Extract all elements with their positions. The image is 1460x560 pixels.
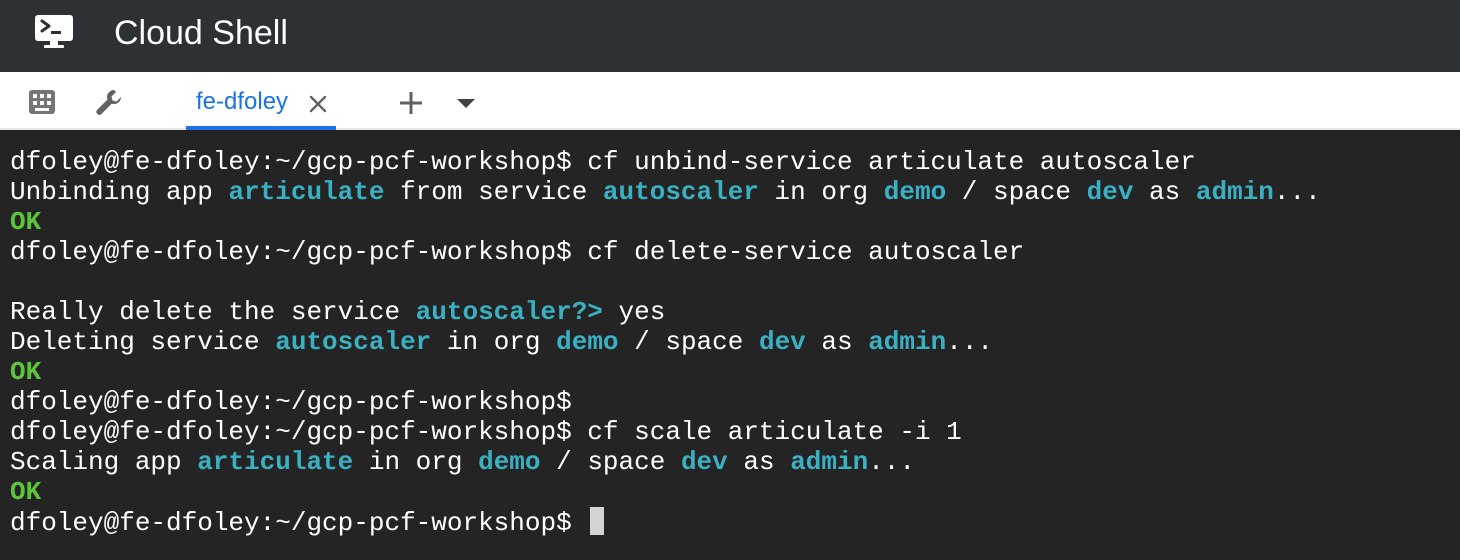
- add-icon[interactable]: [398, 90, 424, 116]
- output-text: ...: [868, 447, 916, 477]
- status-ok-line: OK: [10, 357, 1460, 387]
- terminal-output-line: Really delete the service autoscaler?> y…: [10, 297, 1460, 327]
- highlighted-term: articulate: [197, 447, 354, 477]
- shell-prompt: dfoley@fe-dfoley:~/gcp-pcf-workshop$: [10, 147, 572, 177]
- highlighted-term: dev: [758, 327, 806, 357]
- highlighted-term: autoscaler?>: [415, 297, 603, 327]
- highlighted-term: dev: [680, 447, 728, 477]
- status-ok-line: OK: [10, 207, 1460, 237]
- dropdown-arrow-icon[interactable]: [456, 98, 476, 110]
- terminal-command-line: dfoley@fe-dfoley:~/gcp-pcf-workshop$ cf …: [10, 147, 1460, 177]
- terminal-output[interactable]: dfoley@fe-dfoley:~/gcp-pcf-workshop$ cf …: [0, 130, 1460, 560]
- shell-prompt: dfoley@fe-dfoley:~/gcp-pcf-workshop$: [10, 508, 572, 538]
- tab-fe-dfoley[interactable]: fe-dfoley: [186, 72, 336, 130]
- title-bar: Cloud Shell: [0, 0, 1460, 72]
- window-title: Cloud Shell: [114, 14, 288, 52]
- highlighted-term: autoscaler: [275, 327, 432, 357]
- output-text: Deleting service: [10, 327, 276, 357]
- output-text: as: [1133, 177, 1196, 207]
- status-ok-line: OK: [10, 477, 1460, 507]
- output-text: / space: [946, 177, 1087, 207]
- terminal-output-line: Unbinding app articulate from service au…: [10, 177, 1460, 207]
- ok-status-text: OK: [10, 357, 42, 387]
- shell-prompt: dfoley@fe-dfoley:~/gcp-pcf-workshop$: [10, 417, 572, 447]
- terminal-output-line: Scaling app articulate in org demo / spa…: [10, 447, 1460, 477]
- keyboard-icon[interactable]: [28, 88, 56, 116]
- terminal-command-line: dfoley@fe-dfoley:~/gcp-pcf-workshop$: [10, 507, 1460, 538]
- output-text: as: [805, 327, 869, 357]
- output-text: ...: [1273, 177, 1321, 207]
- ok-status-text: OK: [10, 207, 42, 237]
- output-text: in org: [353, 447, 479, 477]
- output-text: from service: [384, 177, 603, 207]
- output-text: / space: [540, 447, 681, 477]
- output-text: as: [727, 447, 791, 477]
- highlighted-term: demo: [556, 327, 619, 357]
- output-text: Scaling app: [10, 447, 198, 477]
- shell-prompt: dfoley@fe-dfoley:~/gcp-pcf-workshop$: [10, 237, 572, 267]
- terminal-output-line: Deleting service autoscaler in org demo …: [10, 327, 1460, 357]
- output-text: Unbinding app: [10, 177, 229, 207]
- highlighted-term: demo: [883, 177, 947, 207]
- close-icon[interactable]: [308, 94, 328, 114]
- terminal-command-line: dfoley@fe-dfoley:~/gcp-pcf-workshop$ cf …: [10, 417, 1460, 447]
- command-text: cf delete-service autoscaler: [571, 237, 1025, 267]
- output-text: yes: [602, 297, 666, 327]
- highlighted-term: autoscaler: [602, 177, 759, 207]
- wrench-icon[interactable]: [94, 88, 124, 118]
- highlighted-term: demo: [478, 447, 541, 477]
- shell-prompt: dfoley@fe-dfoley:~/gcp-pcf-workshop$: [10, 387, 572, 417]
- terminal-command-line: dfoley@fe-dfoley:~/gcp-pcf-workshop$ cf …: [10, 237, 1460, 267]
- highlighted-term: admin: [1195, 177, 1274, 207]
- highlighted-term: dev: [1086, 177, 1134, 207]
- output-text: Really delete the service: [10, 297, 416, 327]
- tab-label: fe-dfoley: [196, 88, 289, 115]
- command-text: cf unbind-service articulate autoscaler: [571, 147, 1196, 177]
- highlighted-term: admin: [868, 327, 947, 357]
- output-text: in org: [431, 327, 557, 357]
- highlighted-term: articulate: [228, 177, 385, 207]
- command-text: cf scale articulate -i 1: [571, 417, 962, 447]
- tab-bar: fe-dfoley: [0, 72, 1460, 130]
- ok-status-text: OK: [10, 477, 42, 507]
- text-cursor: [589, 507, 604, 535]
- output-text: / space: [618, 327, 759, 357]
- output-text: in org: [758, 177, 884, 207]
- terminal-command-line: dfoley@fe-dfoley:~/gcp-pcf-workshop$: [10, 387, 1460, 417]
- terminal-console-icon: [35, 15, 73, 48]
- output-text: ...: [946, 327, 994, 357]
- highlighted-term: admin: [790, 447, 869, 477]
